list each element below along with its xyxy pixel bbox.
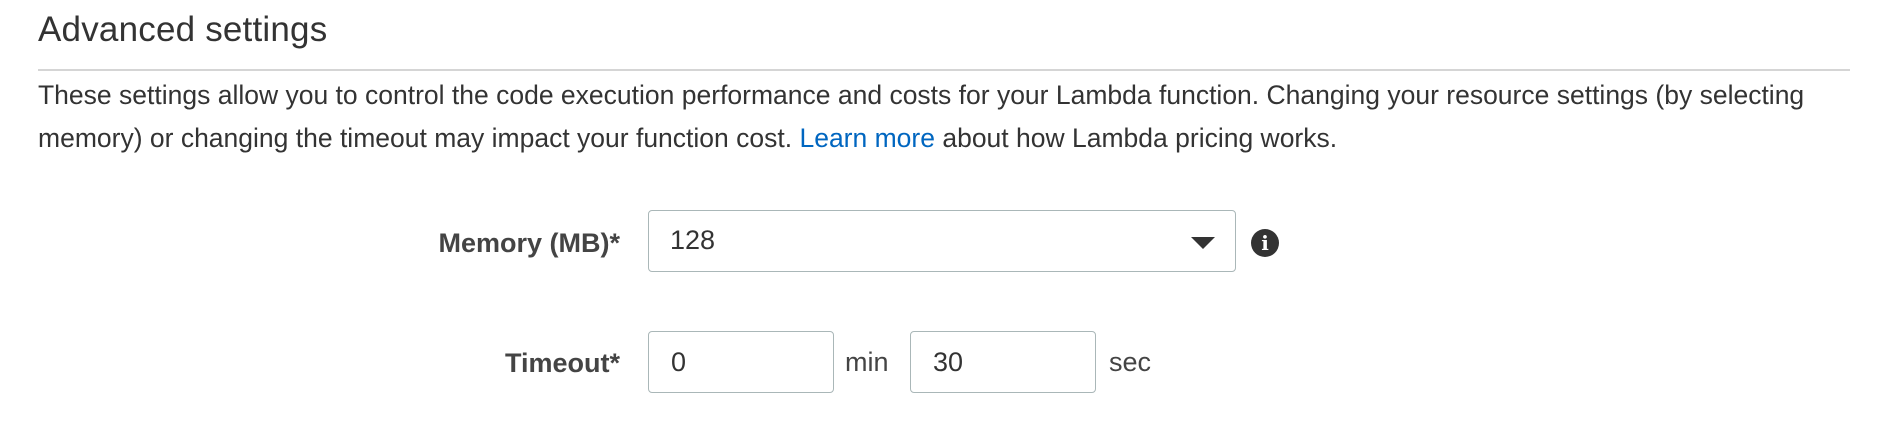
timeout-label: Timeout* [504,348,620,378]
learn-more-link[interactable]: Learn more [799,123,935,153]
minutes-unit-label: min [845,347,889,377]
section-description: These settings allow you to control the … [38,74,1868,160]
timeout-seconds-input[interactable] [910,331,1096,393]
caret-down-icon [1191,237,1215,249]
memory-selected-value: 128 [670,225,716,255]
info-icon[interactable]: i [1251,229,1279,257]
memory-label: Memory (MB)* [438,228,620,258]
description-text-after-link: about how Lambda pricing works. [934,123,1338,153]
section-title: Advanced settings [38,10,328,49]
memory-select[interactable]: 128 [648,210,1236,272]
advanced-settings-panel: Advanced settings These settings allow y… [0,0,1884,434]
timeout-minutes-input[interactable] [648,331,834,393]
section-divider [38,69,1850,71]
seconds-unit-label: sec [1109,347,1152,377]
